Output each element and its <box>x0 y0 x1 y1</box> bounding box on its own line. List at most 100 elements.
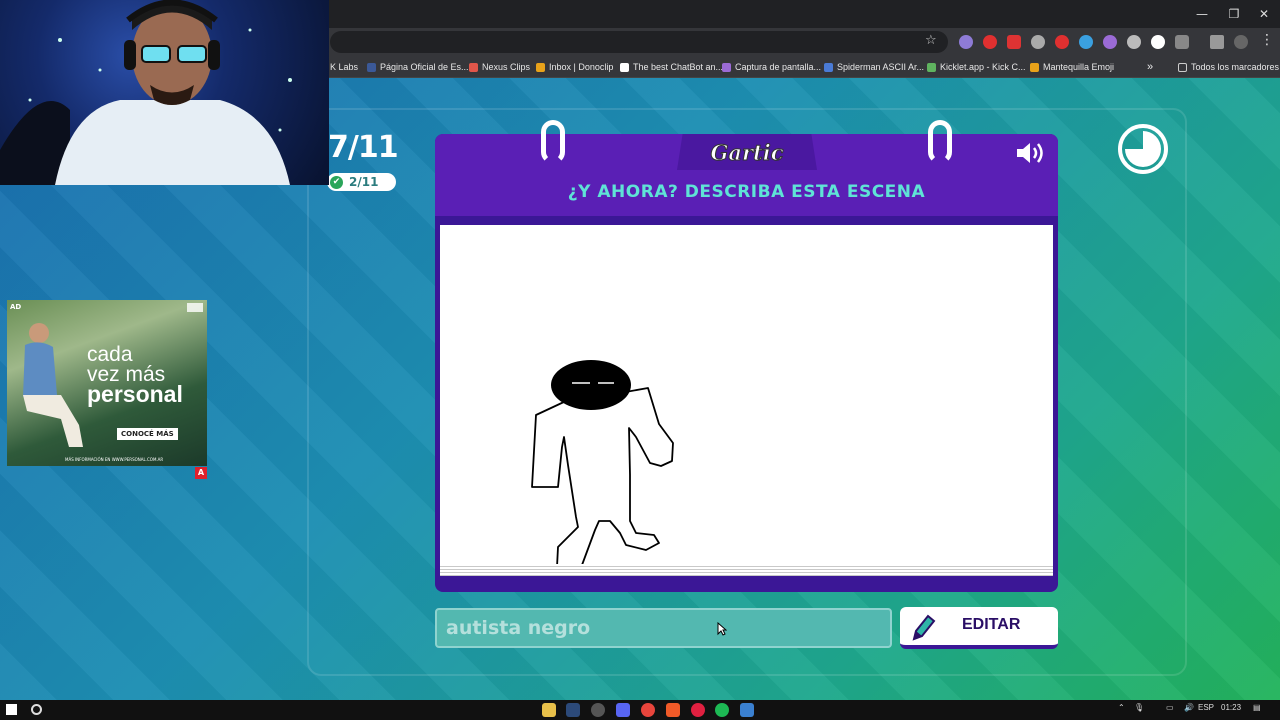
player-drawing <box>531 360 674 568</box>
bookmark-label: The best ChatBot an... <box>633 62 724 72</box>
ad-cta-button[interactable]: CONOCÉ MÁS <box>117 428 178 440</box>
language-indicator[interactable]: ESP <box>1198 703 1214 712</box>
bookmark-label: K Labs <box>330 62 359 72</box>
microphone-icon[interactable]: 🎙 <box>1134 703 1144 712</box>
notifications-icon[interactable]: ▤ <box>1253 703 1261 712</box>
bookmark-item[interactable]: Kicklet.app - Kick C... <box>927 60 1026 74</box>
binder-ring-icon <box>928 120 952 164</box>
bookmark-item[interactable]: K Labs <box>330 60 358 74</box>
speaker-icon[interactable] <box>1015 140 1047 171</box>
bookmark-favicon-icon <box>367 62 376 72</box>
discord-icon[interactable] <box>616 703 630 717</box>
bookmark-favicon-icon <box>824 62 833 72</box>
chrome-icon[interactable] <box>641 703 655 717</box>
network-icon[interactable]: ▭ <box>1166 703 1174 712</box>
prompt-heading: ¿Y AHORA? DESCRIBA ESTA ESCENA <box>567 182 926 202</box>
bookmark-favicon-icon <box>1030 62 1039 72</box>
timer-icon <box>1118 124 1168 174</box>
reading-list-icon[interactable] <box>1210 35 1224 49</box>
binder-ring-icon <box>541 120 565 164</box>
media-app-icon[interactable] <box>691 703 705 717</box>
completed-badge: ✔ 2/11 <box>327 173 396 191</box>
completed-count: 2/11 <box>349 175 379 189</box>
bookmark-star-icon[interactable]: ☆ <box>925 33 937 48</box>
profile-avatar[interactable] <box>1234 35 1248 49</box>
steam-icon[interactable] <box>566 703 580 717</box>
clock[interactable]: 01:23 <box>1221 703 1241 712</box>
ad-brand-badge: A <box>195 467 207 479</box>
bookmarks-overflow-button[interactable]: » <box>1147 60 1153 74</box>
volume-icon[interactable]: 🔊 <box>1184 703 1194 712</box>
bookmark-item[interactable]: The best ChatBot an... <box>620 60 723 74</box>
bookmark-label: Inbox | Donoclip <box>549 62 614 72</box>
search-icon[interactable] <box>31 704 42 715</box>
bookmark-label: Spiderman ASCII Ar... <box>837 62 925 72</box>
bookmark-label: Kicklet.app - Kick C... <box>940 62 1026 72</box>
pencil-icon <box>908 612 940 646</box>
extension-icon[interactable] <box>1031 35 1045 49</box>
bookmark-item[interactable]: Mantequilla Emoji <box>1030 60 1114 74</box>
answer-value: autista negro <box>446 617 591 639</box>
ad-headline-1: cada <box>87 343 133 366</box>
bookmark-favicon-icon <box>927 62 936 72</box>
webcam-feed-image <box>0 0 292 185</box>
bookmark-item[interactable]: Página Oficial de Es... <box>367 60 469 74</box>
app-icon[interactable] <box>740 703 754 717</box>
folder-icon <box>1178 62 1187 72</box>
windows-taskbar: ⌃ 🎙 ▭ 🔊 ESP 01:23 ▤ <box>0 700 1280 720</box>
app-icon[interactable] <box>591 703 605 717</box>
check-icon: ✔ <box>330 175 343 189</box>
ad-headline-3: personal <box>87 381 183 407</box>
card-header: Gartic ¿Y AHORA? DESCRIBA ESTA ESCENA <box>435 134 1058 219</box>
notebook-page-edges <box>440 564 1053 576</box>
extension-icon[interactable] <box>983 35 997 49</box>
tray-chevron-icon[interactable]: ⌃ <box>1118 703 1125 712</box>
gartic-logo: Gartic <box>710 140 784 166</box>
bookmark-label: Página Oficial de Es... <box>380 62 469 72</box>
edit-label: EDITAR <box>962 616 1021 633</box>
brave-icon[interactable] <box>666 703 680 717</box>
mouse-cursor-icon <box>717 622 727 636</box>
drawing-canvas <box>440 225 1053 575</box>
notebook-card: Gartic ¿Y AHORA? DESCRIBA ESTA ESCENA <box>435 120 1058 592</box>
all-bookmarks-button[interactable]: Todos los marcadores <box>1178 60 1279 74</box>
puzzle-icon[interactable] <box>1175 35 1189 49</box>
extension-icon[interactable] <box>1151 35 1165 49</box>
windows-start-icon[interactable] <box>6 704 17 715</box>
bookmark-item[interactable]: Nexus Clips <box>469 60 530 74</box>
round-counter: 7/11 <box>328 130 399 165</box>
ad-info-icon[interactable] <box>187 303 203 312</box>
answer-input[interactable]: autista negro <box>435 608 892 648</box>
bookmark-label: Mantequilla Emoji <box>1043 62 1115 72</box>
all-bookmarks-label: Todos los marcadores <box>1191 62 1280 72</box>
bookmark-favicon-icon <box>469 62 478 72</box>
extension-icon[interactable] <box>1127 35 1141 49</box>
address-bar[interactable] <box>330 31 948 53</box>
logo-tab: Gartic <box>677 134 817 170</box>
bookmark-item[interactable]: Spiderman ASCII Ar... <box>824 60 924 74</box>
close-button[interactable]: ✕ <box>1249 4 1279 24</box>
bookmark-favicon-icon <box>620 62 629 72</box>
spotify-icon[interactable] <box>715 703 729 717</box>
extension-icon[interactable] <box>959 35 973 49</box>
bookmark-label: Nexus Clips <box>482 62 531 72</box>
minimize-button[interactable]: — <box>1187 4 1217 24</box>
ad-tag: AD <box>10 303 22 311</box>
edit-button[interactable]: EDITAR <box>900 607 1058 649</box>
extension-icon[interactable] <box>1055 35 1069 49</box>
ad-footer: MÁS INFORMACIÓN EN WWW.PERSONAL.COM.AR <box>65 457 164 462</box>
restore-button[interactable]: ❐ <box>1219 4 1249 24</box>
bookmark-favicon-icon <box>722 62 731 72</box>
bookmark-item[interactable]: Captura de pantalla... <box>722 60 821 74</box>
extension-icon[interactable] <box>1103 35 1117 49</box>
webcam-overlay <box>0 0 329 185</box>
adblock-icon[interactable] <box>1007 35 1021 49</box>
advertisement[interactable]: AD cada vez más personal CONOCÉ MÁS MÁS … <box>7 300 207 466</box>
bookmark-label: Captura de pantalla... <box>735 62 822 72</box>
ad-person-image <box>23 323 83 447</box>
extension-icon[interactable] <box>1079 35 1093 49</box>
menu-dots-icon[interactable]: ⋮ <box>1260 32 1274 48</box>
bookmark-favicon-icon <box>536 62 545 72</box>
bookmark-item[interactable]: Inbox | Donoclip <box>536 60 613 74</box>
file-explorer-icon[interactable] <box>542 703 556 717</box>
